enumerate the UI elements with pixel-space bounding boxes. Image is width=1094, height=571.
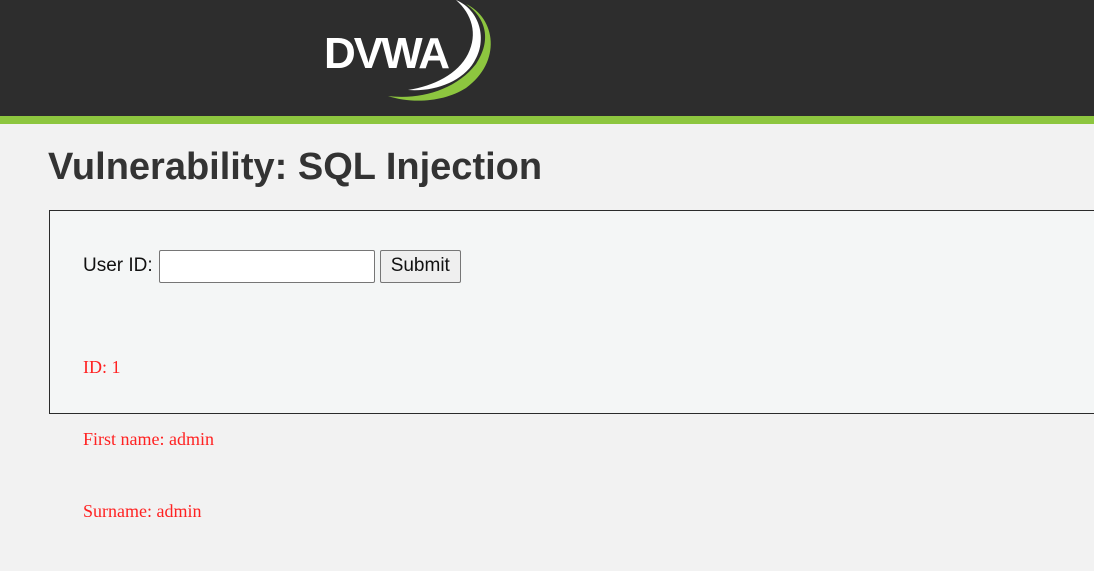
sql-injection-form: User ID: Submit [83,249,461,283]
query-result: ID: 1 First name: admin Surname: admin [83,307,214,571]
page-title: Vulnerability: SQL Injection [48,146,543,188]
result-first-name-line: First name: admin [83,429,214,449]
header-bar: DVWA [0,0,1094,116]
dvwa-logo[interactable]: DVWA [316,0,506,104]
submit-button[interactable]: Submit [379,249,461,283]
logo-text: DVWA [324,29,449,78]
user-id-label: User ID: [83,255,153,276]
vulnerability-box: User ID: Submit ID: 1 First name: admin … [49,210,1094,521]
result-id-line: ID: 1 [83,357,121,377]
header-stripe [0,116,1094,124]
user-id-input[interactable] [158,249,375,283]
result-surname-line: Surname: admin [83,501,202,521]
